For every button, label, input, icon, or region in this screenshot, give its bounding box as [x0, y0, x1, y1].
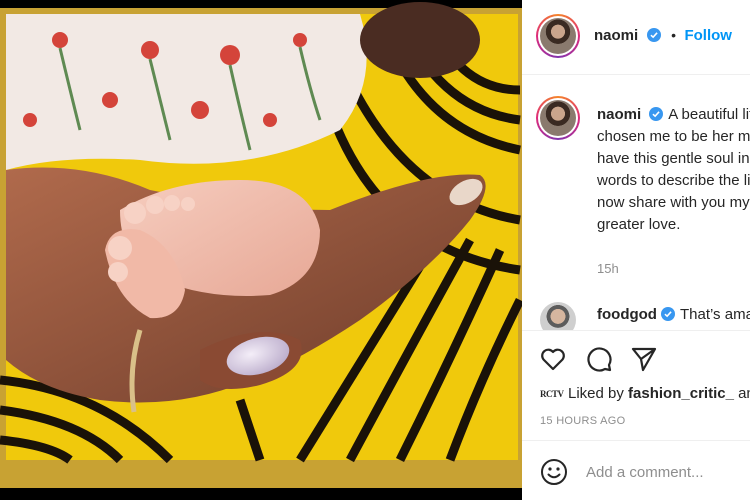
- separator-dot: •: [671, 27, 676, 43]
- liked-by-prefix: Liked by: [568, 385, 624, 402]
- caption-text-block: naomiA beautiful little blessing has cho…: [597, 104, 750, 236]
- post-actions: RCTVLiked by fashion_critic_ and others …: [522, 330, 750, 440]
- caption-author-avatar[interactable]: [536, 96, 580, 140]
- liked-by-row: RCTVLiked by fashion_critic_ and others: [540, 385, 750, 405]
- caption-time[interactable]: 15h: [597, 261, 619, 276]
- baby-feet-photo: [0, 0, 522, 500]
- author-avatar[interactable]: [536, 14, 580, 58]
- comment-bubble-icon[interactable]: [585, 345, 613, 373]
- add-comment-bar: [522, 440, 750, 500]
- post-header: naomi • Follow: [522, 0, 750, 75]
- commenter-username[interactable]: foodgod: [597, 306, 657, 323]
- author-username[interactable]: naomi: [594, 27, 638, 44]
- comment-text-block: foodgod That’s amazing: [597, 306, 750, 323]
- caption-username[interactable]: naomi: [597, 106, 641, 123]
- comment-input[interactable]: [586, 459, 750, 485]
- post-side-panel: naomi • Follow naomiA beautiful little b…: [522, 0, 750, 500]
- comment-item: foodgod That’s amazing: [522, 300, 750, 330]
- follow-button[interactable]: Follow: [684, 27, 732, 44]
- liked-by-user[interactable]: fashion_critic_: [628, 385, 734, 402]
- emoji-icon[interactable]: [540, 458, 568, 486]
- comment-body: That’s amazing: [679, 306, 750, 323]
- liked-by-avatar[interactable]: RCTV: [540, 389, 564, 405]
- post-timestamp[interactable]: 15 HOURS AGO: [540, 415, 626, 427]
- commenter-avatar[interactable]: [540, 302, 576, 330]
- caption-body: A beautiful little blessing has chosen m…: [597, 106, 750, 233]
- liked-by-suffix[interactable]: and others: [738, 385, 750, 402]
- verified-badge-icon: [649, 107, 664, 121]
- post-photo[interactable]: [0, 0, 522, 500]
- share-arrow-icon[interactable]: [630, 345, 658, 373]
- heart-icon[interactable]: [539, 345, 567, 373]
- verified-badge-icon: [646, 28, 661, 42]
- verified-badge-icon: [660, 307, 675, 321]
